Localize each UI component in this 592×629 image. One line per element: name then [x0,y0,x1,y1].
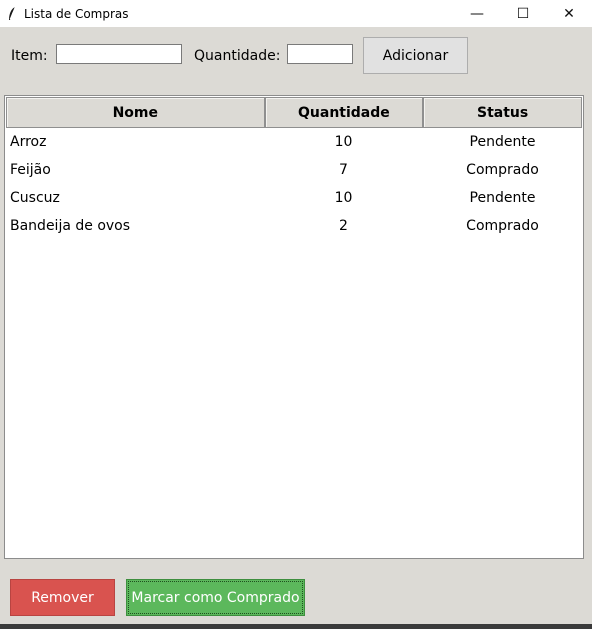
cell-quantidade: 7 [339,162,348,178]
title-bar: Lista de Compras — ☐ ✕ [0,0,592,27]
table-body: Arroz 10 Pendente Feijão 7 Comprado Cusc… [5,128,583,240]
item-input[interactable] [56,44,182,64]
cell-nome: Arroz [10,134,47,150]
table-row[interactable]: Arroz 10 Pendente [5,128,583,156]
window-title: Lista de Compras [24,6,129,21]
table-row[interactable]: Cuscuz 10 Pendente [5,184,583,212]
cell-status: Comprado [466,218,539,234]
cell-quantidade: 10 [334,134,353,150]
table-row[interactable]: Bandeija de ovos 2 Comprado [5,212,583,240]
item-label: Item: [11,48,48,64]
input-toolbar: Item: Quantidade: Adicionar [0,27,592,85]
minimize-icon: — [470,5,484,22]
cell-nome: Feijão [10,162,51,178]
cell-nome: Cuscuz [10,190,60,206]
maximize-button[interactable]: ☐ [500,0,546,27]
column-header-nome[interactable]: Nome [6,97,265,128]
column-header-quantidade[interactable]: Quantidade [264,97,424,128]
cell-status: Pendente [469,190,536,206]
close-icon: ✕ [563,5,575,22]
maximize-icon: ☐ [516,5,530,22]
table-header: Nome Quantidade Status [5,96,583,128]
action-bar: Remover Marcar como Comprado [0,569,592,624]
quantity-input[interactable] [287,44,353,64]
cell-status: Comprado [466,162,539,178]
column-header-status[interactable]: Status [423,97,582,128]
cell-quantidade: 10 [334,190,353,206]
mark-purchased-button[interactable]: Marcar como Comprado [126,579,305,616]
minimize-button[interactable]: — [454,0,500,27]
add-button[interactable]: Adicionar [363,37,468,74]
cell-nome: Bandeija de ovos [10,218,131,234]
cell-quantidade: 2 [339,218,348,234]
close-button[interactable]: ✕ [546,0,592,27]
shopping-list-table[interactable]: Nome Quantidade Status Arroz 10 Pendente… [4,95,584,559]
remove-button[interactable]: Remover [10,579,115,616]
table-row[interactable]: Feijão 7 Comprado [5,156,583,184]
quantity-label: Quantidade: [194,48,281,64]
window-bottom-edge [0,624,592,629]
feather-icon [5,5,19,23]
window-controls: — ☐ ✕ [454,0,592,27]
cell-status: Pendente [469,134,536,150]
